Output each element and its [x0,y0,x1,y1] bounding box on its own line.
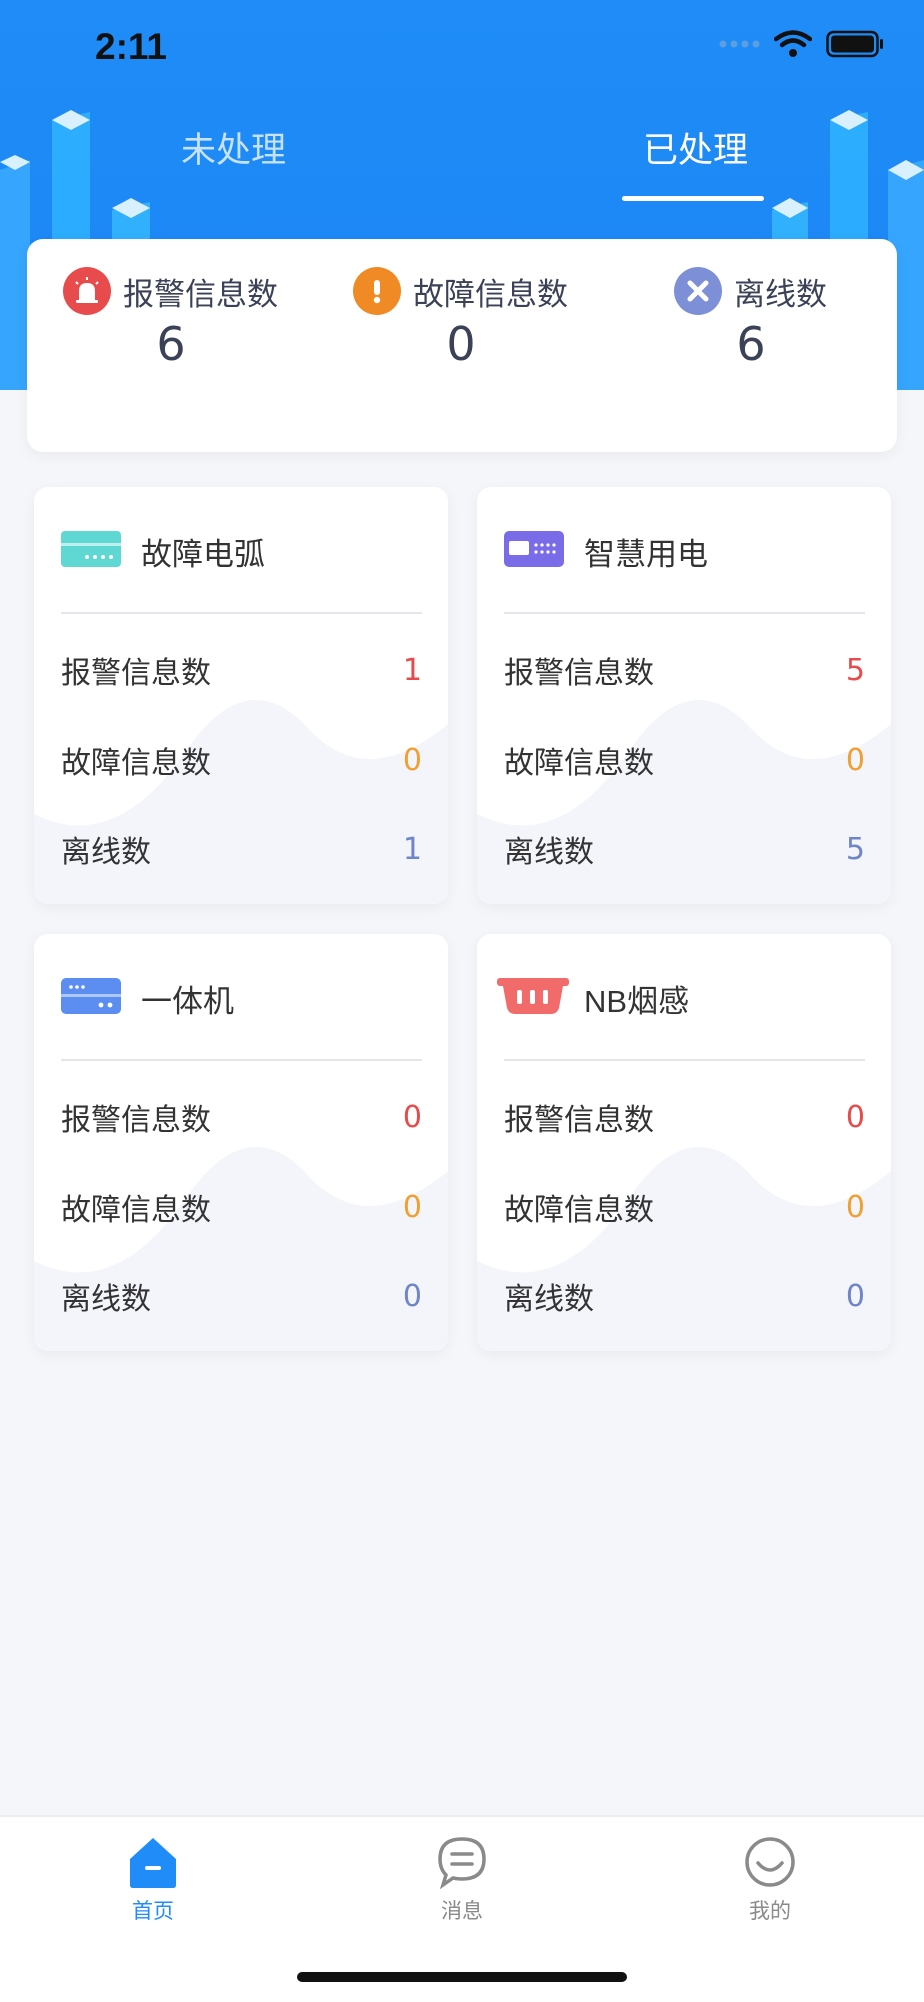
battery-icon [826,30,883,58]
stat-value: 0 [402,1189,422,1225]
device-card-arc-fault[interactable]: 故障电弧 报警信息数 1 故障信息数 0 离线数 1 [34,487,448,904]
tabbar-item-messages[interactable]: 消息 [402,1835,522,1925]
device-name: 故障电弧 [141,537,265,573]
tabbar-item-mine[interactable]: 我的 [710,1835,830,1925]
stat-value: 0 [402,1278,422,1314]
stat-label: 离线数 [61,1282,151,1317]
stat-value: 1 [402,831,422,867]
summary-fault-value: 0 [446,317,476,371]
device-card-smart-power[interactable]: 智慧用电 报警信息数 5 故障信息数 0 离线数 5 [477,487,891,904]
divider [504,612,865,614]
device-name: NB烟感 [584,984,690,1019]
warning-icon [353,267,401,315]
device-name: 一体机 [141,984,234,1020]
status-time: 2:11 [95,26,168,67]
arc-fault-device-icon [61,531,121,567]
summary-fault-label: 故障信息数 [413,276,568,313]
stat-value: 0 [845,742,865,778]
stat-row-offline: 离线数 1 [61,829,422,871]
summary-alarm[interactable]: 报警信息数 [63,267,353,315]
divider [61,612,422,614]
stat-label: 报警信息数 [504,1103,654,1138]
stat-row-fault: 故障信息数 0 [504,1187,865,1229]
signal-icon [719,40,760,48]
divider [504,1059,865,1061]
summary-card: 报警信息数 6 故障信息数 0 离线数 6 [27,239,897,452]
stat-label: 离线数 [61,835,151,870]
divider [61,1059,422,1061]
stat-row-alarm: 报警信息数 1 [61,650,422,692]
summary-offline-label: 离线数 [734,276,827,313]
tabbar-label: 我的 [749,1899,791,1923]
stat-value: 0 [845,1099,865,1135]
stat-row-offline: 离线数 0 [504,1276,865,1318]
stat-label: 离线数 [504,1282,594,1317]
tab-processed[interactable]: 已处理 [643,122,748,173]
stat-label: 报警信息数 [61,1103,211,1138]
stat-label: 故障信息数 [504,746,654,781]
tab-unprocessed[interactable]: 未处理 [181,122,286,173]
stat-value: 5 [845,652,865,688]
stat-value: 0 [845,1189,865,1225]
stat-row-alarm: 报警信息数 0 [61,1097,422,1139]
stat-row-offline: 离线数 0 [61,1276,422,1318]
stat-value: 5 [845,831,865,867]
stat-row-fault: 故障信息数 0 [61,1187,422,1229]
home-icon [130,1838,176,1888]
stat-row-alarm: 报警信息数 0 [504,1097,865,1139]
stat-value: 0 [402,742,422,778]
nb-smoke-detector-icon [497,978,569,1014]
stat-row-alarm: 报警信息数 5 [504,650,865,692]
summary-alarm-label: 报警信息数 [123,276,278,313]
stat-row-fault: 故障信息数 0 [504,740,865,782]
alarm-icon [63,267,111,315]
stat-label: 报警信息数 [61,656,211,691]
stat-value: 0 [845,1278,865,1314]
wifi-icon [774,30,812,57]
stat-label: 离线数 [504,835,594,870]
tabbar-label: 首页 [132,1899,174,1923]
all-in-one-device-icon [61,978,121,1014]
home-indicator [297,1972,627,1982]
summary-offline[interactable]: 离线数 [674,267,924,315]
offline-icon [674,267,722,315]
summary-fault[interactable]: 故障信息数 [353,267,643,315]
message-icon [438,1837,486,1889]
summary-offline-value: 6 [736,317,766,371]
stat-value: 0 [402,1099,422,1135]
tab-indicator [622,196,764,201]
smiley-icon [745,1837,795,1887]
summary-alarm-value: 6 [156,317,186,371]
stat-value: 1 [402,652,422,688]
stat-row-fault: 故障信息数 0 [61,740,422,782]
stat-row-offline: 离线数 5 [504,829,865,871]
device-name: 智慧用电 [584,537,708,573]
smart-power-device-icon [504,531,564,567]
stat-label: 故障信息数 [61,1193,211,1228]
stat-label: 故障信息数 [61,746,211,781]
stat-label: 故障信息数 [504,1193,654,1228]
device-card-nb-smoke[interactable]: NB烟感 报警信息数 0 故障信息数 0 离线数 0 [477,934,891,1351]
stat-label: 报警信息数 [504,656,654,691]
tabbar-label: 消息 [441,1899,483,1923]
device-card-all-in-one[interactable]: 一体机 报警信息数 0 故障信息数 0 离线数 0 [34,934,448,1351]
status-icons [718,30,884,58]
tabbar-item-home[interactable]: 首页 [93,1835,213,1925]
